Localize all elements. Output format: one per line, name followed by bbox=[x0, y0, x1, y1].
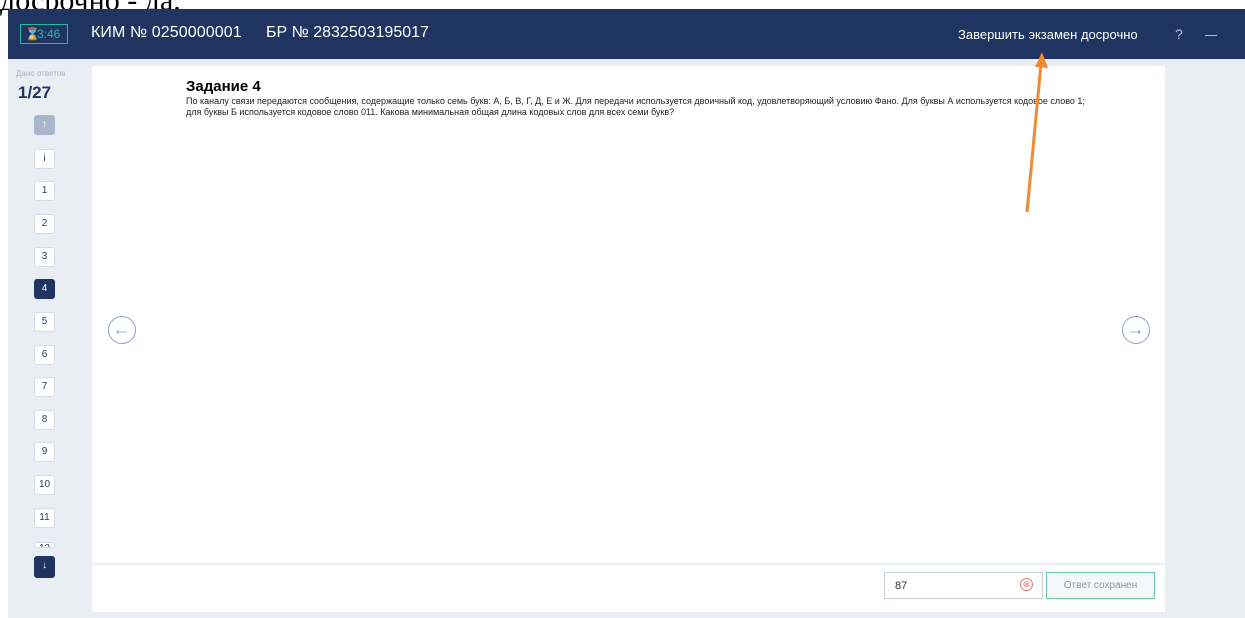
answered-count: 1/27 bbox=[18, 83, 52, 102]
scroll-down-button[interactable]: ↓ bbox=[34, 556, 55, 578]
task-item-8[interactable]: 8 bbox=[34, 410, 55, 430]
hourglass-icon: ⌛ bbox=[25, 27, 40, 41]
br-number: БР № 2832503195017 bbox=[266, 24, 429, 41]
task-item-6[interactable]: 6 bbox=[34, 345, 55, 365]
timer: ⌛3:46 bbox=[20, 24, 68, 44]
task-item-4[interactable]: 4 bbox=[34, 279, 55, 299]
minimize-icon[interactable] bbox=[1205, 35, 1217, 36]
task-item-1[interactable]: 1 bbox=[34, 181, 55, 201]
header-bar: ⌛3:46 КИМ № 0250000001 БР № 283250319501… bbox=[8, 9, 1245, 59]
task-item-10[interactable]: 10 bbox=[34, 475, 55, 495]
finish-exam-button[interactable]: Завершить экзамен досрочно bbox=[958, 27, 1138, 42]
answer-saved-button[interactable]: Ответ сохранен bbox=[1046, 572, 1155, 599]
task-item-3[interactable]: 3 bbox=[34, 247, 55, 267]
task-item-5[interactable]: 5 bbox=[34, 312, 55, 332]
task-text: По каналу связи передаются сообщения, со… bbox=[186, 96, 1085, 117]
task-content-panel: Задание 4 По каналу связи передаются соо… bbox=[92, 66, 1165, 563]
task-navigation-sidebar: Дано ответов 1/27 ↑ i 1 2 3 4 5 6 7 8 9 … bbox=[8, 59, 92, 618]
arrow-left-icon: ← bbox=[112, 319, 131, 339]
task-title: Задание 4 bbox=[186, 78, 261, 95]
kim-number: КИМ № 0250000001 bbox=[91, 24, 242, 41]
exam-window: ⌛3:46 КИМ № 0250000001 БР № 283250319501… bbox=[8, 9, 1245, 618]
scroll-up-button[interactable]: ↑ bbox=[34, 115, 55, 135]
answer-bar: 87 ⊗ Ответ сохранен bbox=[92, 565, 1165, 612]
task-item-9[interactable]: 9 bbox=[34, 442, 55, 462]
task-item-info[interactable]: i bbox=[34, 149, 55, 169]
help-button[interactable]: ? bbox=[1175, 26, 1183, 42]
answered-caption: Дано ответов bbox=[16, 69, 66, 78]
task-item-2[interactable]: 2 bbox=[34, 214, 55, 234]
task-item-7[interactable]: 7 bbox=[34, 377, 55, 397]
task-item-11[interactable]: 11 bbox=[34, 508, 55, 528]
task-item-12[interactable]: 12 bbox=[34, 542, 55, 548]
next-task-button[interactable]: → bbox=[1122, 316, 1150, 344]
arrow-right-icon: → bbox=[1126, 319, 1145, 339]
timer-value: 3:46 bbox=[37, 27, 61, 41]
clear-answer-icon[interactable]: ⊗ bbox=[1020, 578, 1033, 591]
previous-task-button[interactable]: ← bbox=[108, 316, 136, 344]
